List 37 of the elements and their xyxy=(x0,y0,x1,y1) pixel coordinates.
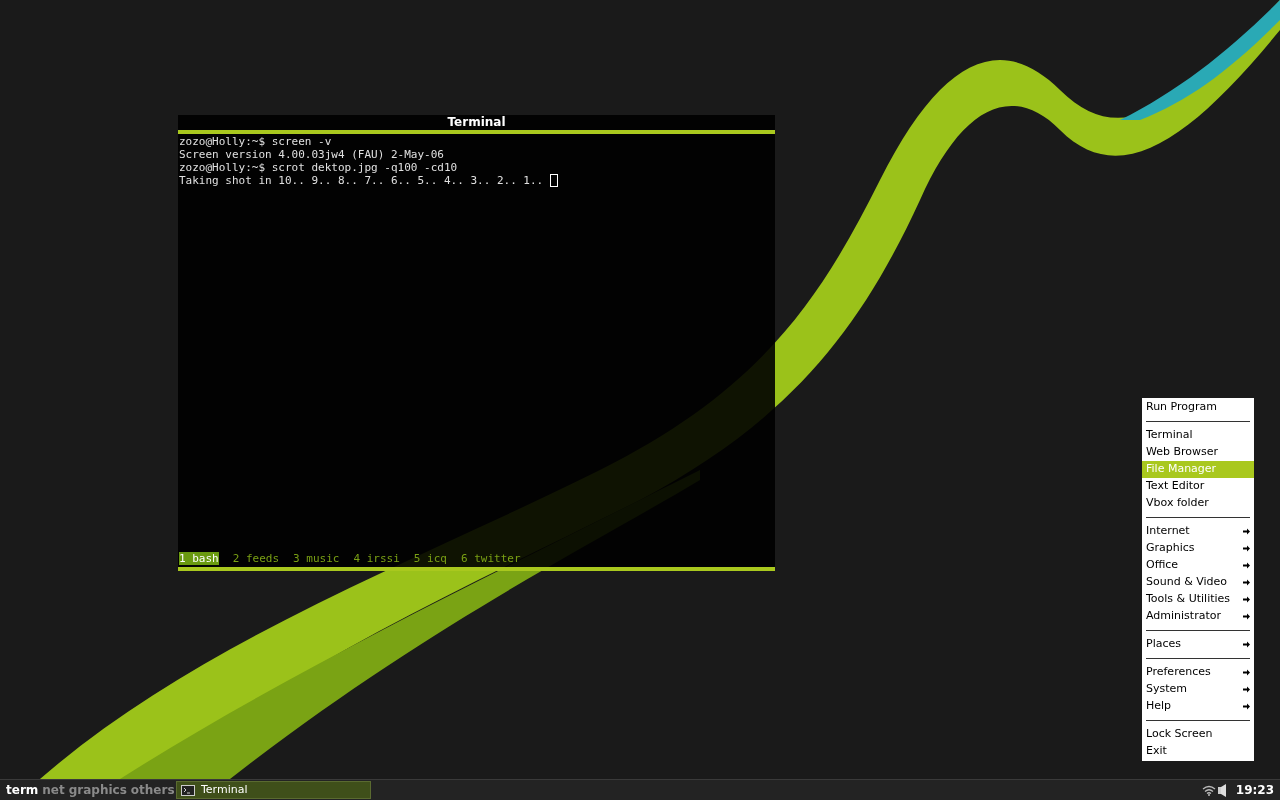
screen-window-tab[interactable]: 3 music xyxy=(293,552,340,565)
menu-item[interactable]: Exit xyxy=(1142,743,1254,760)
taskbar-button[interactable]: Terminal xyxy=(176,781,371,799)
menu-item[interactable]: Terminal xyxy=(1142,427,1254,444)
desktop-switcher-tab[interactable]: net xyxy=(42,781,65,799)
text-cursor xyxy=(549,174,558,187)
screen-window-tab[interactable]: 2 feeds xyxy=(232,552,280,565)
menu-item[interactable]: Graphics xyxy=(1142,540,1254,557)
wifi-icon xyxy=(1201,784,1216,796)
menu-item[interactable]: Internet xyxy=(1142,523,1254,540)
desktop-switcher-tab[interactable]: graphics xyxy=(68,781,127,799)
terminal-icon xyxy=(181,784,195,796)
clock: 19:23 xyxy=(1235,782,1275,799)
terminal-line: zozo@Holly:~$ screen -v xyxy=(179,135,332,148)
desktop-switcher-tab[interactable]: term xyxy=(6,781,39,799)
terminal-line: Taking shot in 10.. 9.. 8.. 7.. 6.. 5.. 4.. 3.. 2.. 1.. xyxy=(179,174,545,187)
menu-item[interactable]: Web Browser xyxy=(1142,444,1254,461)
menu-item[interactable]: System xyxy=(1142,681,1254,698)
screen-window-tab[interactable]: 4 irssi xyxy=(353,552,400,565)
desktop-switcher-tab[interactable]: others xyxy=(130,781,175,799)
menu-item[interactable]: Sound & Video xyxy=(1142,574,1254,591)
screen-window-tab[interactable]: 6 twitter xyxy=(460,552,521,565)
menu-item[interactable]: Places xyxy=(1142,636,1254,653)
menu-item[interactable]: Lock Screen xyxy=(1142,726,1254,743)
menu-item[interactable]: Run Program xyxy=(1142,399,1254,416)
menu-item[interactable]: Tools & Utilities xyxy=(1142,591,1254,608)
menu-item[interactable]: Vbox folder xyxy=(1142,495,1254,512)
menu-item[interactable]: Administrator xyxy=(1142,608,1254,625)
volume-icon xyxy=(1217,783,1228,797)
screen-window-tab[interactable]: 5 icq xyxy=(413,552,447,565)
menu-item[interactable]: Text Editor xyxy=(1142,478,1254,495)
window-title: Terminal xyxy=(446,115,507,130)
terminal-line: zozo@Holly:~$ scrot dektop.jpg -q100 -cd10 xyxy=(179,161,458,174)
menu-item[interactable]: Help xyxy=(1142,698,1254,715)
terminal-line: Screen version 4.00.03jw4 (FAU) 2-May-06 xyxy=(179,148,444,161)
menu-item[interactable]: Preferences xyxy=(1142,664,1254,681)
menu-item[interactable]: Office xyxy=(1142,557,1254,574)
